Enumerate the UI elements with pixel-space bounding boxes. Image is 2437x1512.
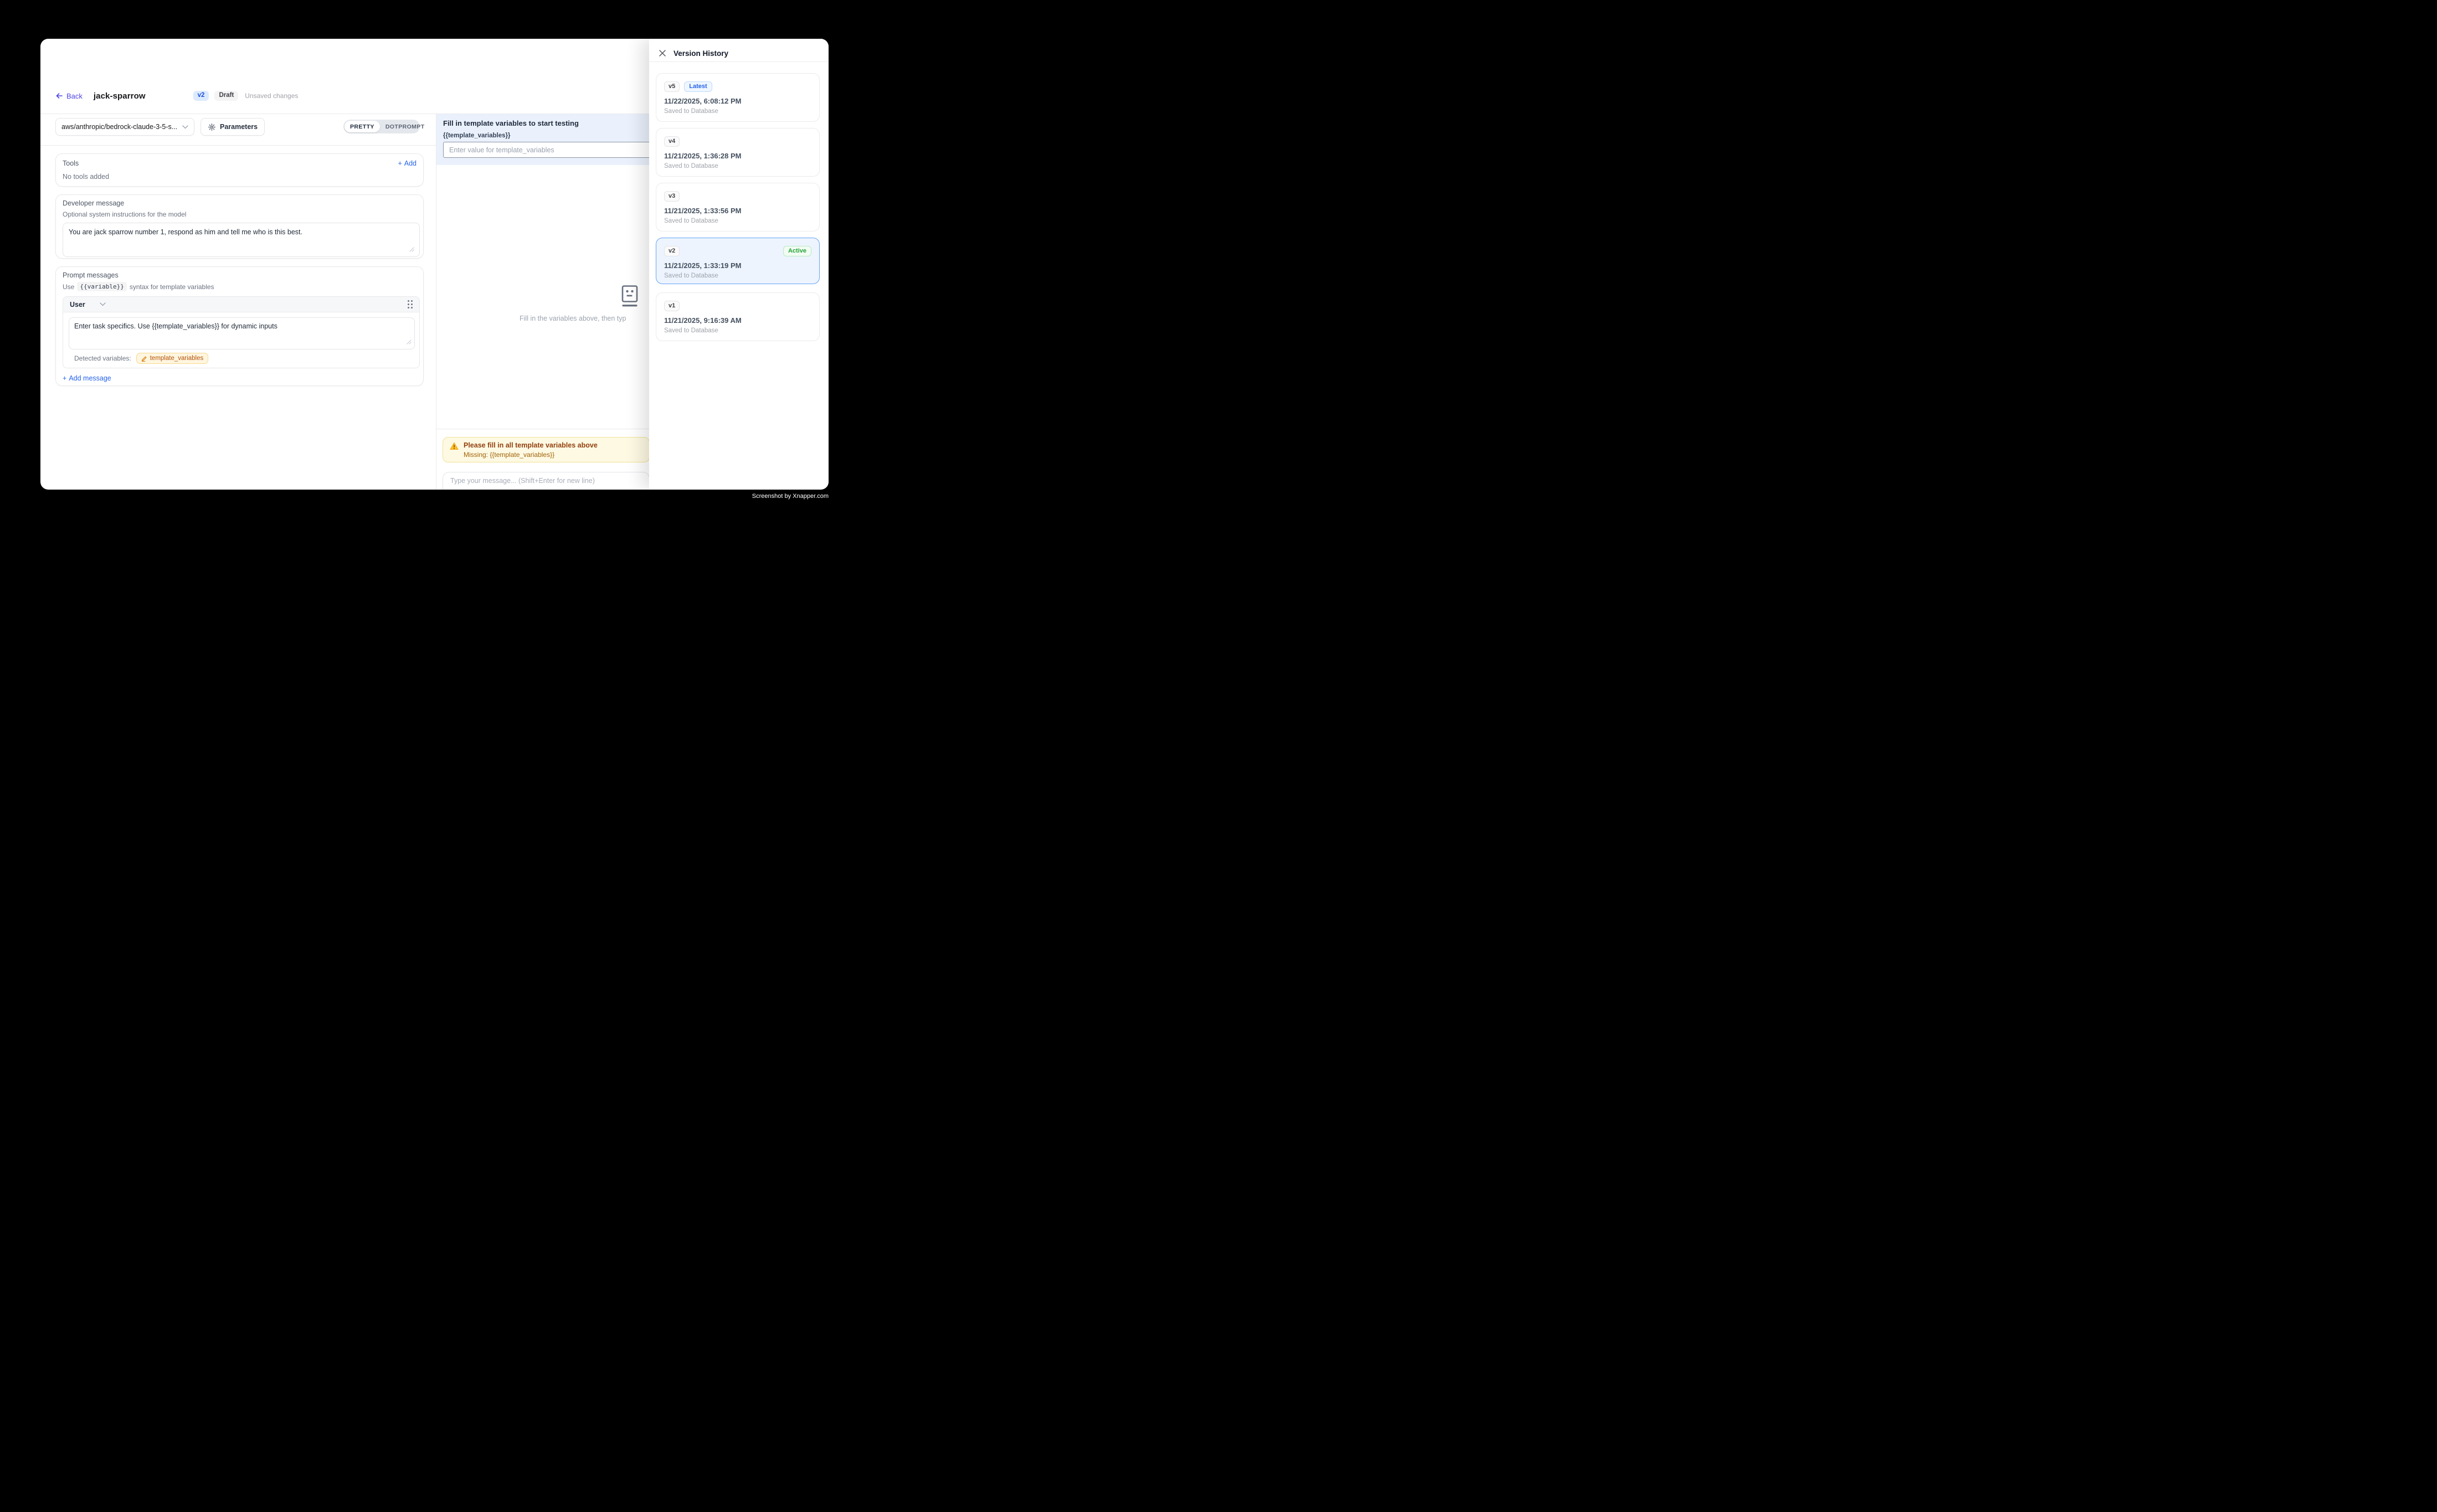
version-timestamp: 11/21/2025, 9:16:39 AM	[664, 316, 811, 325]
parameters-button[interactable]: Parameters	[200, 118, 265, 136]
add-tool-button[interactable]: + Add	[398, 160, 417, 167]
unsaved-changes-text: Unsaved changes	[245, 92, 298, 100]
version-id-chip: v1	[664, 301, 680, 311]
role-selector[interactable]: User	[70, 301, 106, 308]
version-timestamp: 11/22/2025, 6:08:12 PM	[664, 97, 811, 105]
version-card-v1[interactable]: v1 11/21/2025, 9:16:39 AM Saved to Datab…	[656, 292, 820, 341]
version-storage: Saved to Database	[664, 218, 811, 224]
version-id-chip: v5	[664, 81, 680, 92]
hint-suffix: syntax for template variables	[130, 283, 214, 291]
toggle-option-dotprompt[interactable]: DOTPROMPT	[380, 121, 430, 132]
role-value: User	[70, 301, 85, 308]
developer-message-subtitle: Optional system instructions for the mod…	[63, 210, 417, 218]
message-content-input[interactable]: Enter task specifics. Use {{template_var…	[69, 317, 415, 349]
back-label: Back	[66, 92, 83, 100]
warning-banner: Please fill in all template variables ab…	[443, 437, 650, 462]
warning-title: Please fill in all template variables ab…	[464, 441, 598, 449]
watermark-text: Screenshot by Xnapper.com	[752, 493, 829, 500]
plus-icon: +	[63, 374, 66, 382]
version-history-divider	[649, 61, 829, 62]
message-body: Enter task specifics. Use {{template_var…	[63, 312, 419, 367]
add-message-button[interactable]: + Add message	[63, 374, 111, 382]
app-window: Back jack-sparrow v2 Draft Unsaved chang…	[40, 39, 829, 490]
latest-tag: Latest	[684, 81, 712, 92]
back-button[interactable]: Back	[55, 92, 83, 100]
page-header: Back jack-sparrow v2 Draft Unsaved chang…	[55, 88, 298, 104]
tools-title: Tools	[63, 160, 79, 167]
toolbar-divider	[40, 145, 436, 146]
version-card-v3[interactable]: v3 11/21/2025, 1:33:56 PM Saved to Datab…	[656, 183, 820, 232]
screenshot-stage: Back jack-sparrow v2 Draft Unsaved chang…	[0, 0, 864, 536]
tools-empty-text: No tools added	[63, 173, 417, 181]
version-card-v4[interactable]: v4 11/21/2025, 1:36:28 PM Saved to Datab…	[656, 128, 820, 177]
template-variable-name: template_variables	[150, 355, 204, 362]
banner-title: Fill in template variables to start test…	[443, 119, 643, 127]
version-storage: Saved to Database	[664, 163, 811, 169]
empty-state-text: Fill in the variables above, then typ	[520, 315, 626, 322]
prompt-messages-title: Prompt messages	[63, 271, 417, 279]
gear-icon	[208, 123, 216, 131]
chat-message-input[interactable]	[443, 472, 650, 490]
add-message-label: Add message	[69, 374, 111, 382]
version-card-v2[interactable]: v2 Active 11/21/2025, 1:33:19 PM Saved t…	[656, 238, 820, 284]
version-card-v5[interactable]: v5 Latest 11/22/2025, 6:08:12 PM Saved t…	[656, 73, 820, 122]
format-toggle[interactable]: PRETTY DOTPROMPT	[343, 120, 420, 133]
version-timestamp: 11/21/2025, 1:33:56 PM	[664, 207, 811, 215]
drag-handle-icon[interactable]	[408, 300, 413, 308]
version-id-chip: v4	[664, 136, 680, 147]
toggle-option-pretty[interactable]: PRETTY	[345, 121, 380, 132]
version-storage: Saved to Database	[664, 108, 811, 115]
version-storage: Saved to Database	[664, 272, 811, 279]
developer-message-section: Developer message Optional system instru…	[55, 194, 424, 259]
active-tag: Active	[783, 246, 811, 256]
tools-section: Tools + Add No tools added	[55, 153, 424, 187]
parameters-label: Parameters	[220, 123, 258, 131]
warning-detail: Missing: {{template_variables}}	[464, 451, 598, 459]
add-tool-label: Add	[404, 160, 417, 167]
template-variable-badge[interactable]: template_variables	[136, 353, 209, 364]
version-timestamp: 11/21/2025, 1:36:28 PM	[664, 152, 811, 160]
version-history-title: Version History	[673, 49, 728, 58]
version-history-header: Version History	[649, 39, 829, 61]
version-id-chip: v3	[664, 191, 680, 202]
template-variable-input[interactable]	[443, 142, 652, 158]
plus-icon: +	[398, 160, 402, 167]
template-variables-banner: Fill in template variables to start test…	[436, 114, 650, 165]
robot-face-icon	[621, 285, 638, 310]
message-block: User Enter task specifics. Use {{templat…	[63, 296, 420, 368]
prompt-messages-section: Prompt messages Use {{variable}} syntax …	[55, 266, 424, 386]
version-timestamp: 11/21/2025, 1:33:19 PM	[664, 261, 811, 270]
version-badge: v2	[193, 91, 209, 101]
version-storage: Saved to Database	[664, 327, 811, 334]
pencil-icon	[141, 356, 147, 362]
model-selector[interactable]: aws/anthropic/bedrock-claude-3-5-s...	[55, 118, 194, 136]
chevron-down-icon	[100, 302, 106, 306]
status-badge: Draft	[214, 91, 238, 101]
detected-variables-row: Detected variables: template_variables	[69, 349, 414, 367]
detected-variables-label: Detected variables:	[74, 354, 131, 362]
version-id-chip: v2	[664, 246, 680, 256]
back-arrow-icon	[55, 92, 63, 100]
variable-syntax-chip: {{variable}}	[77, 282, 126, 291]
chevron-down-icon	[182, 125, 188, 129]
close-icon[interactable]	[659, 49, 666, 57]
page-title: jack-sparrow	[94, 91, 146, 101]
developer-message-input[interactable]: You are jack sparrow number 1, respond a…	[63, 223, 420, 257]
message-role-header: User	[63, 297, 419, 312]
version-history-panel: Version History v5 Latest 11/22/2025, 6:…	[649, 39, 829, 490]
warning-triangle-icon	[450, 442, 459, 462]
prompt-messages-hint: Use {{variable}} syntax for template var…	[63, 282, 417, 291]
developer-message-title: Developer message	[63, 199, 417, 207]
model-selector-value: aws/anthropic/bedrock-claude-3-5-s...	[61, 123, 179, 131]
hint-prefix: Use	[63, 283, 74, 291]
template-variable-label: {{template_variables}}	[443, 132, 643, 139]
